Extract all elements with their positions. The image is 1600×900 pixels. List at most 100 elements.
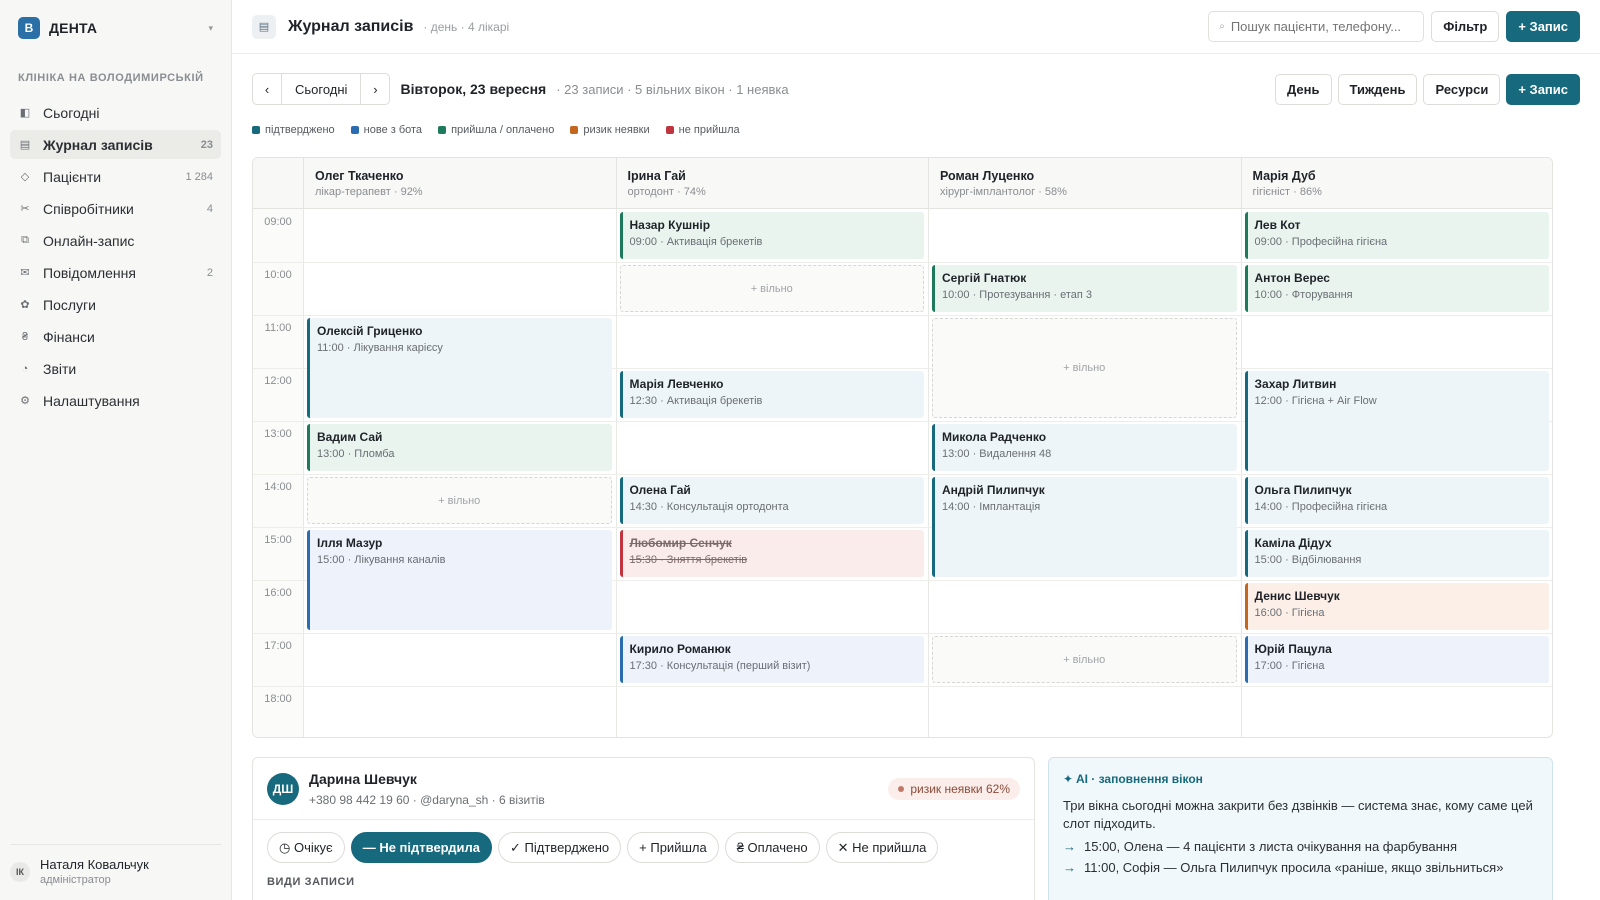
sidebar-item-label: Журнал записів (43, 136, 153, 153)
ai-suggestion[interactable]: → 15:00, Олена — 4 пацієнти з листа очіку… (1063, 839, 1538, 854)
sidebar-item[interactable]: ₴ Фінанси (10, 322, 221, 351)
appointment-card[interactable]: Юрій Пацула 17:00 · Гігієна (1244, 636, 1549, 683)
search-input[interactable] (1230, 19, 1414, 34)
nav-icon: ✿ (20, 299, 30, 311)
clinic-name: КЛІНІКА НА ВОЛОДИМИРСЬКІЙ (18, 72, 204, 84)
free-slot[interactable]: + вільно (932, 318, 1237, 418)
status-pill[interactable]: ✕ Не прийшла (825, 832, 939, 863)
prev-day-button[interactable]: ‹ (253, 74, 281, 104)
free-slot[interactable]: + вільно (619, 265, 924, 312)
appointment-patient: Захар Литвин (1254, 377, 1337, 391)
today-button[interactable]: Сьогодні (281, 74, 362, 104)
view-day-button[interactable]: День (1275, 73, 1332, 105)
ai-title: ✦ AI · заповнення вікон (1063, 772, 1203, 786)
appointment-card[interactable]: Назар Кушнір 09:00 · Активація брекетів (619, 212, 924, 259)
appointment-patient: Антон Верес (1254, 271, 1330, 285)
appointment-card[interactable]: Каміла Дідух 15:00 · Відбілювання (1244, 530, 1549, 577)
appointment-details: 09:00 · Професійна гігієна (1254, 236, 1388, 248)
sidebar-item[interactable]: ▤ Журнал записів 23 (10, 130, 221, 159)
appointment-card[interactable]: Вадим Сай 13:00 · Пломба (307, 424, 612, 471)
appointment-details: 15:00 · Відбілювання (1254, 554, 1362, 566)
add-appointment-button[interactable]: + Запис (1506, 11, 1580, 42)
appointment-patient: Денис Шевчук (1254, 589, 1340, 603)
appointment-card[interactable]: Антон Верес 10:00 · Фторування (1244, 265, 1549, 312)
column-divider (615, 209, 617, 737)
current-date: Вівторок, 23 вересня (400, 81, 547, 97)
appointment-card[interactable]: Олена Гай 14:30 · Консультація ортодонта (619, 477, 924, 524)
sidebar-item[interactable]: ✿ Послуги (10, 290, 221, 319)
status-pill[interactable]: + Прийшла (627, 832, 719, 863)
appointment-card[interactable]: Любомир Сенчук 15:30 · Зняття брекетів (619, 530, 924, 577)
time-label: 12:00 (264, 375, 292, 387)
appointment-details: 10:00 · Фторування (1254, 289, 1353, 301)
risk-badge: ризик неявки 62% (888, 777, 1020, 800)
doctor-column-header: Олег Ткаченко лікар-терапевт · 92% (303, 158, 616, 209)
doctor-role: хірург-імплантолог · 58% (940, 186, 1067, 198)
appointment-card[interactable]: Захар Литвин 12:00 · Гігієна + Air Flow (1244, 371, 1549, 471)
doctor-name[interactable]: Роман Луценко (940, 169, 1241, 183)
sidebar-item[interactable]: ◔ Звіти (10, 354, 221, 383)
sidebar-item[interactable]: ◇ Пацієнти 1 284 (10, 162, 221, 191)
doctor-role: ортодонт · 74% (627, 186, 706, 198)
add-record-button[interactable]: + Запис (1506, 73, 1580, 105)
legend-swatch (252, 126, 260, 134)
appointment-details: 12:00 · Гігієна + Air Flow (1254, 395, 1377, 407)
legend-swatch (665, 126, 674, 134)
sidebar-item[interactable]: ⧉ Онлайн-запис (10, 226, 221, 255)
status-pill[interactable]: ✓ Підтверджено (498, 832, 622, 863)
next-day-button[interactable]: › (361, 74, 389, 104)
brand[interactable]: В ДЕНТА ▾ (10, 16, 221, 40)
doctor-name[interactable]: Марія Дуб (1253, 169, 1553, 183)
appointment-card[interactable]: Микола Радченко 13:00 · Видалення 48 (932, 424, 1237, 471)
appointment-card[interactable]: Андрій Пилипчук 14:00 · Імплантація (932, 477, 1237, 577)
sidebar-item[interactable]: ⚙ Налаштування (10, 386, 221, 415)
chevron-down-icon[interactable]: ▾ (208, 23, 213, 34)
appointment-patient: Сергій Гнатюк (942, 271, 1027, 285)
appointment-card[interactable]: Марія Левченко 12:30 · Активація брекетів (619, 371, 924, 418)
appointment-card[interactable]: Ольга Пилипчук 14:00 · Професійна гігієна (1244, 477, 1549, 524)
status-pill[interactable]: ₴ Оплачено (724, 832, 820, 863)
sidebar-item-label: Звіти (43, 360, 77, 377)
status-pill[interactable]: ◷ Очікує (267, 832, 345, 863)
search-box[interactable]: ⌕ (1208, 11, 1425, 42)
appointment-details: 14:00 · Імплантація (942, 501, 1041, 513)
time-label: 10:00 (264, 269, 292, 281)
sidebar-item-count: 2 (206, 266, 213, 279)
brand-name: ДЕНТА (49, 20, 98, 36)
filter-button[interactable]: Фільтр (1431, 11, 1500, 42)
search-icon: ⌕ (1219, 21, 1225, 32)
nav-icon: ◇ (20, 171, 30, 183)
column-divider (1240, 209, 1242, 737)
ai-suggestion[interactable]: → 11:00, Софія — Ольга Пилипчук просила «… (1063, 860, 1538, 875)
sidebar-item[interactable]: ✂ Співробітники 4 (10, 194, 221, 223)
sidebar-item[interactable]: ◧ Сьогодні (10, 98, 221, 127)
patient-name[interactable]: Дарина Шевчук (309, 771, 545, 787)
time-label: 16:00 (264, 587, 292, 599)
free-slot[interactable]: + вільно (307, 477, 612, 524)
sidebar-item[interactable]: ✉ Повідомлення 2 (10, 258, 221, 287)
view-week-button[interactable]: Тиждень (1337, 73, 1418, 105)
appointment-card[interactable]: Денис Шевчук 16:00 · Гігієна (1244, 583, 1549, 630)
ai-suggestions: → 15:00, Олена — 4 пацієнти з листа очіку… (1063, 839, 1538, 875)
time-label: 17:00 (264, 640, 292, 652)
appointment-patient: Кирило Романюк (629, 642, 731, 656)
doctor-column-header: Роман Луценко хірург-імплантолог · 58% (928, 158, 1241, 209)
status-legend: підтверджено нове з бота прийшла / оплачен… (252, 124, 740, 136)
legend-label: ризик неявки (583, 124, 650, 136)
appointment-card[interactable]: Лев Кот 09:00 · Професійна гігієна (1244, 212, 1549, 259)
appointment-card[interactable]: Кирило Романюк 17:30 · Консультація (перш… (619, 636, 924, 683)
doctor-column-header: Марія Дуб гігієніст · 86% (1240, 158, 1553, 209)
risk-label: ризик неявки 62% (910, 781, 1010, 796)
view-resources-button[interactable]: Ресурси (1423, 73, 1501, 105)
status-pill[interactable]: — Не підтвердила (350, 832, 493, 863)
current-user[interactable]: ІК Наталя Ковальчук адміністратор (10, 844, 221, 886)
appointment-card[interactable]: Сергій Гнатюк 10:00 · Протезування · етап… (932, 265, 1237, 312)
appointment-card[interactable]: Ілля Мазур 15:00 · Лікування каналів (307, 530, 612, 630)
nav-icon: ₴ (21, 330, 29, 343)
legend-item: прийшла / оплачено (438, 124, 554, 136)
doctor-name[interactable]: Олег Ткаченко (315, 169, 616, 183)
appointment-card[interactable]: Олексій Гриценко 11:00 · Лікування карієс… (307, 318, 612, 418)
appointment-details: 14:00 · Професійна гігієна (1254, 501, 1388, 513)
doctor-name[interactable]: Ірина Гай (628, 169, 929, 183)
free-slot[interactable]: + вільно (932, 636, 1237, 683)
